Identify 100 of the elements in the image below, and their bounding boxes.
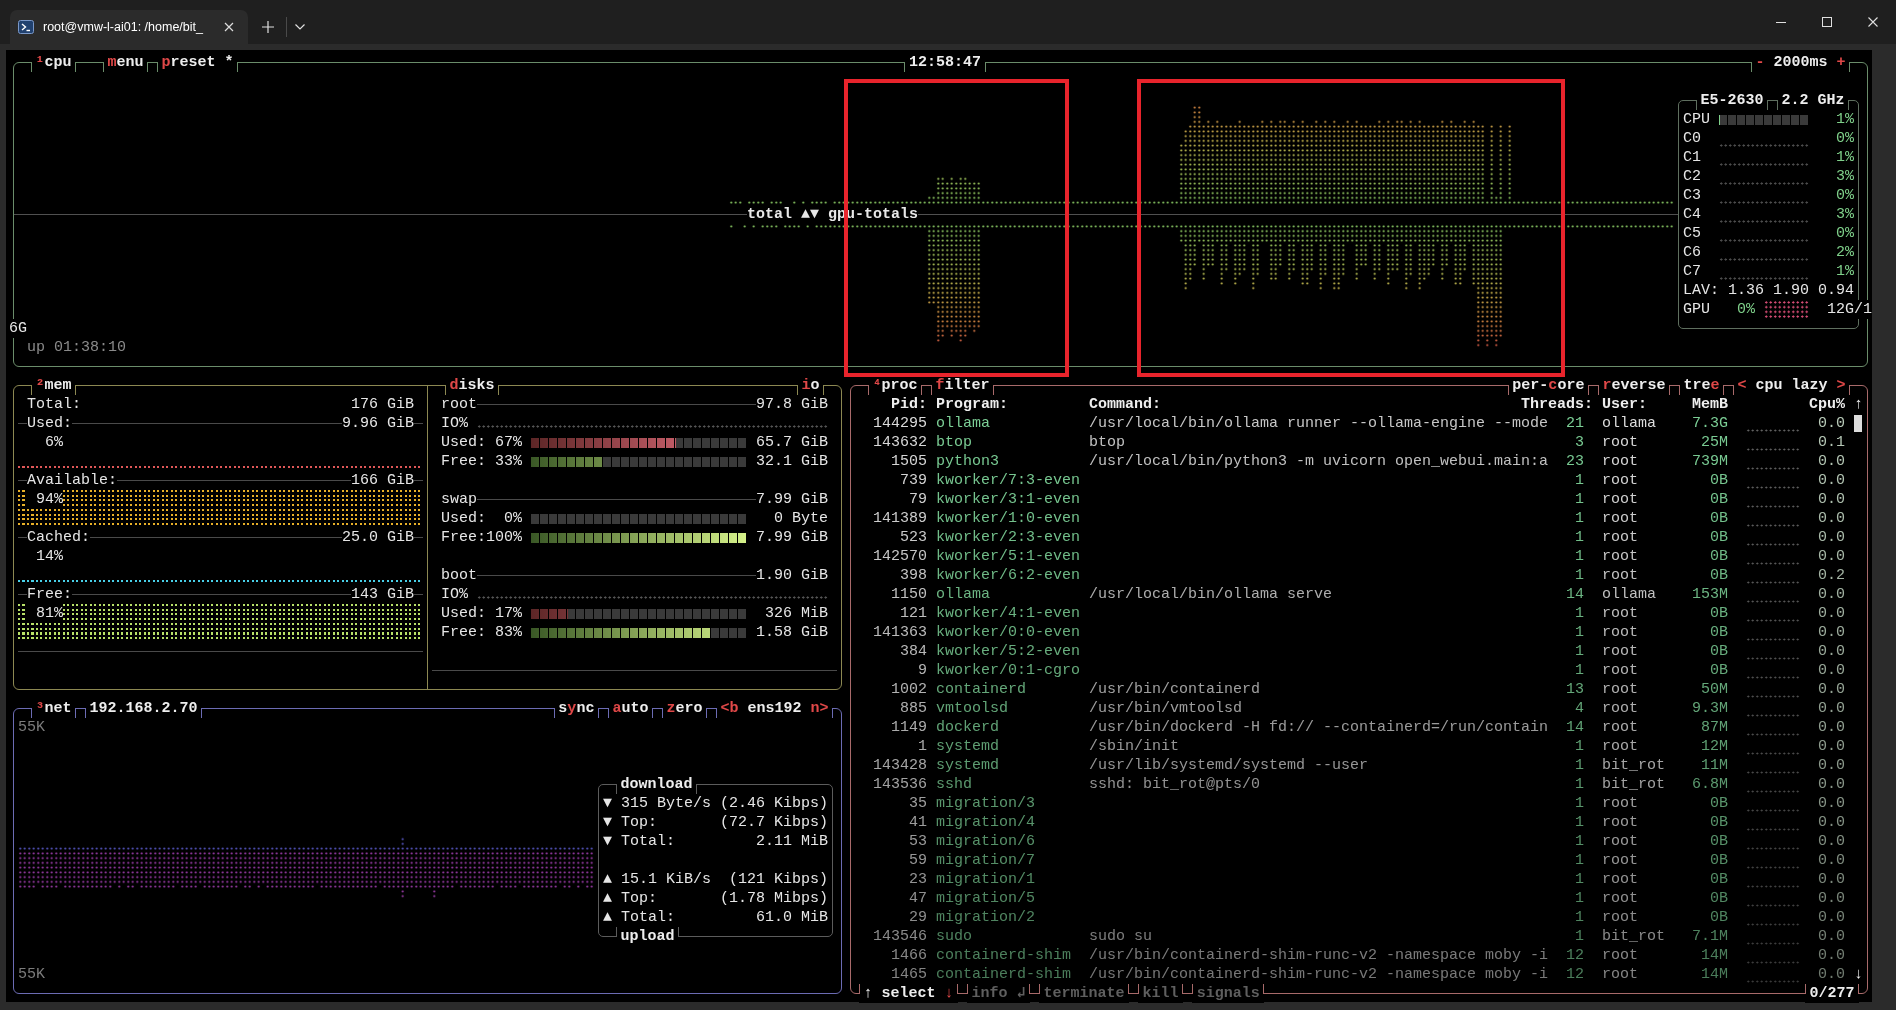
threads-cell: 1	[1575, 927, 1584, 946]
user-cell: root	[1602, 604, 1638, 623]
program-cell: kworker/2:3-even	[936, 528, 1081, 547]
core-label: C4	[1683, 205, 1701, 224]
rate-value: 2.11 MiB	[756, 832, 828, 851]
preset-button[interactable]: preset *	[157, 53, 239, 72]
pid-cell: 144295	[873, 414, 927, 433]
user-cell: ollama	[1602, 414, 1656, 433]
memory-cell: 0B	[1710, 528, 1728, 547]
cpu-cell: 0.0	[1818, 680, 1845, 699]
io-toggle[interactable]: io	[796, 376, 824, 395]
program-cell: migration/1	[936, 870, 1036, 889]
core-label: C6	[1683, 243, 1701, 262]
disk-value: 0 Byte	[774, 509, 828, 528]
upload-title: upload	[616, 927, 679, 946]
column-header[interactable]: Program:	[936, 395, 1008, 414]
rate-label: 315 Byte/s	[621, 794, 712, 813]
command-cell: /usr/bin/dockerd -H fd:// --containerd=/run/contain	[1089, 718, 1549, 737]
interface-selector[interactable]: <b ens192 n>	[715, 699, 833, 718]
panel-title[interactable]: ²mem	[31, 376, 77, 395]
pid-cell: 1	[918, 737, 927, 756]
core-label: C2	[1683, 167, 1701, 186]
update-interval[interactable]: - 2000ms +	[1750, 53, 1850, 72]
pid-cell: 1466	[891, 946, 927, 965]
command-cell: /usr/lib/systemd/systemd --user	[1089, 756, 1369, 775]
column-header[interactable]: Cpu%	[1809, 395, 1845, 414]
program-cell: migration/4	[936, 813, 1036, 832]
cpu-cell: 0.0	[1818, 718, 1845, 737]
download-arrow: ▼	[603, 794, 612, 813]
pid-cell: 23	[909, 870, 927, 889]
program-cell: containerd-shim	[936, 946, 1072, 965]
cpu-percent: 1%	[1836, 110, 1854, 129]
pid-cell: 143632	[873, 433, 927, 452]
disk-label: Free:	[441, 528, 486, 547]
memory-cell: 0B	[1710, 604, 1728, 623]
rate-label: Total:	[621, 908, 676, 927]
cpu-cell: 0.0	[1818, 775, 1845, 794]
pid-cell: 1505	[891, 452, 927, 471]
threads-cell: 1	[1575, 471, 1584, 490]
program-cell: systemd	[936, 756, 999, 775]
plus-icon	[262, 21, 274, 33]
graph-toggle[interactable]: ▲▼	[801, 205, 820, 224]
user-cell: root	[1602, 813, 1638, 832]
threads-cell: 1	[1575, 661, 1584, 680]
gpu-percent: 0%	[1737, 300, 1755, 319]
rate-value: (1.78 Mibps)	[719, 889, 828, 908]
rate-label: Top:	[621, 889, 658, 908]
cpu-cell: 0.0	[1818, 699, 1845, 718]
memory-cell: 14M	[1701, 965, 1728, 984]
memory-cell: 0B	[1710, 566, 1728, 585]
download-arrow: ▼	[603, 813, 612, 832]
program-cell: kworker/1:0-even	[936, 509, 1081, 528]
core-percent: 3%	[1836, 167, 1854, 186]
program-cell: ollama	[936, 585, 990, 604]
scrollbar-thumb[interactable]	[1854, 415, 1862, 432]
download-arrow: ▼	[603, 832, 612, 851]
column-header[interactable]: MemB	[1692, 395, 1728, 414]
threads-cell: 1	[1575, 509, 1584, 528]
sort-selector[interactable]: < cpu lazy >	[1732, 376, 1850, 395]
cpu-cell: 0.0	[1818, 794, 1845, 813]
memory-cell: 0B	[1710, 623, 1728, 642]
select-control[interactable]: ↑ select ↓	[859, 984, 959, 1003]
cpu-cell: 0.0	[1818, 414, 1845, 433]
cpu-cell: 0.1	[1818, 433, 1845, 452]
memory-cell: 87M	[1701, 718, 1728, 737]
command-cell: /usr/bin/containerd	[1089, 680, 1261, 699]
program-cell: sshd	[936, 775, 972, 794]
program-cell: kworker/6:2-even	[936, 566, 1081, 585]
memory-cell: 11M	[1701, 756, 1728, 775]
core-label: C3	[1683, 186, 1701, 205]
core-percent: 0%	[1836, 224, 1854, 243]
memory-cell: 0B	[1710, 490, 1728, 509]
column-header[interactable]: Command:	[1089, 395, 1161, 414]
cpu-cell: 0.0	[1818, 661, 1845, 680]
upload-arrow: ▲	[603, 870, 612, 889]
io-label: IO%	[441, 585, 468, 604]
memory-cell: 0B	[1710, 471, 1728, 490]
memory-cell: 0B	[1710, 642, 1728, 661]
panel-title[interactable]: ¹cpu	[31, 53, 77, 72]
program-cell: btop	[936, 433, 972, 452]
terminal-tab[interactable]: root@vmw-l-ai01: /home/bit_	[10, 10, 248, 44]
pid-cell: 1149	[891, 718, 927, 737]
column-header[interactable]: Threads:	[1521, 395, 1593, 414]
tree-toggle[interactable]: tree	[1678, 376, 1724, 395]
scroll-down-arrow[interactable]: ↓	[1854, 965, 1863, 984]
auto-toggle[interactable]: auto	[607, 699, 653, 718]
panel-title[interactable]: disks	[445, 376, 500, 395]
cpu-cell: 0.0	[1818, 832, 1845, 851]
memory-cell: 0B	[1710, 813, 1728, 832]
threads-cell: 1	[1575, 623, 1584, 642]
pid-cell: 121	[900, 604, 927, 623]
user-cell: root	[1602, 889, 1638, 908]
scroll-up-arrow[interactable]: ↑	[1854, 395, 1863, 414]
user-cell: ollama	[1602, 585, 1656, 604]
program-cell: systemd	[936, 737, 999, 756]
panel-title[interactable]: ³net	[31, 699, 77, 718]
column-header[interactable]: Pid:	[891, 395, 927, 414]
column-header[interactable]: User:	[1602, 395, 1647, 414]
pid-cell: 885	[900, 699, 927, 718]
cpu-model: E5-2630	[1696, 91, 1768, 110]
